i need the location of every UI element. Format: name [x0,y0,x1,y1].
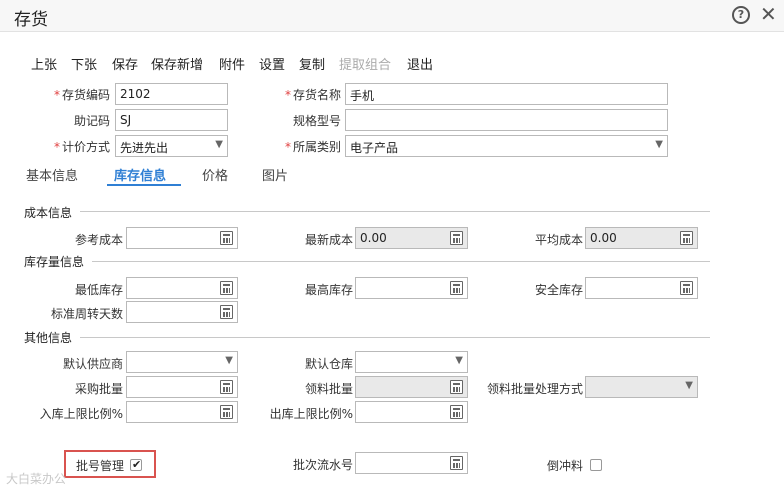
calculator-icon [450,231,463,245]
warehouse-label: 默认仓库 [304,357,353,371]
max-stock-label: 最高库存 [304,283,353,297]
pick-method-label: 领料批量处理方式 [486,382,583,396]
pick-batch-input [355,376,468,398]
safe-stock-label: 安全库存 [534,283,583,297]
help-icon[interactable]: ? [732,6,750,24]
pick-batch-label: 领料批量 [304,382,353,396]
calculator-icon [450,380,463,394]
calculator-icon[interactable] [450,405,463,419]
calculator-icon[interactable] [220,281,233,295]
watermark: 大白菜办公 [6,472,67,486]
exit-button[interactable]: 退出 [407,54,433,73]
calculator-icon[interactable] [220,231,233,245]
category-value: 电子产品 [350,141,399,155]
calculator-icon[interactable] [450,456,463,470]
calculator-icon[interactable] [220,305,233,319]
cost-section-title: 成本信息 [24,206,73,220]
calculator-icon[interactable] [680,281,693,295]
code-label: 存货编码 [61,88,110,102]
chevron-down-icon: ▼ [455,355,463,366]
chevron-down-icon: ▼ [685,380,693,391]
divider [80,337,710,338]
tab-inventory[interactable]: 库存信息 [114,165,166,184]
avg-cost-label: 平均成本 [534,233,583,247]
category-select[interactable]: 电子产品 ▼ [345,135,668,157]
pick-method-select: ▼ [585,376,698,398]
spec-input[interactable] [345,109,668,131]
calculator-icon[interactable] [220,405,233,419]
avg-cost-input: 0.00 [585,227,698,249]
other-section-title: 其他信息 [24,331,73,345]
warehouse-select[interactable]: ▼ [355,351,468,373]
batch-mgmt-label: 批号管理 [76,459,125,473]
spec-label: 规格型号 [292,114,341,128]
chevron-down-icon: ▼ [655,139,663,150]
name-input[interactable]: 手机 [345,83,668,105]
copy-button[interactable]: 复制 [299,54,325,73]
calculator-icon[interactable] [450,281,463,295]
batch-serial-label: 批次流水号 [292,458,353,472]
title-bar [0,0,784,32]
attachment-button[interactable]: 附件 [219,54,245,73]
chevron-down-icon: ▼ [215,139,223,150]
divider [92,261,710,262]
close-icon[interactable]: ✕ [760,3,777,25]
tab-price[interactable]: 价格 [202,165,228,184]
backflush-label: 倒冲料 [547,459,584,473]
ref-cost-label: 参考成本 [74,233,123,247]
mnemonic-label: 助记码 [73,114,110,128]
safe-stock-input[interactable] [585,277,698,299]
turnover-input[interactable] [126,301,238,323]
tab-active-indicator [107,184,181,186]
settings-button[interactable]: 设置 [259,54,285,73]
max-stock-input[interactable] [355,277,468,299]
next-button[interactable]: 下张 [71,54,97,73]
backflush-checkbox[interactable] [590,459,602,471]
pricing-select[interactable]: 先进先出 ▼ [115,135,228,157]
batch-serial-input[interactable] [355,452,468,474]
calculator-icon [680,231,693,245]
latest-cost-input: 0.00 [355,227,468,249]
batch-mgmt-checkbox[interactable] [130,458,142,471]
category-label: 所属类别 [292,140,341,154]
tab-image[interactable]: 图片 [262,165,288,184]
pricing-label: 计价方式 [61,140,110,154]
divider [80,211,710,212]
in-limit-input[interactable] [126,401,238,423]
in-limit-label: 入库上限比例% [39,407,123,421]
supplier-label: 默认供应商 [62,357,123,371]
save-button[interactable]: 保存 [112,54,138,73]
purchase-batch-input[interactable] [126,376,238,398]
mnemonic-input[interactable]: SJ [115,109,228,131]
save-new-button[interactable]: 保存新增 [151,54,203,73]
name-label: 存货名称 [292,88,341,102]
latest-cost-label: 最新成本 [304,233,353,247]
latest-cost-value: 0.00 [360,231,387,245]
calculator-icon[interactable] [220,380,233,394]
code-input[interactable]: 2102 [115,83,228,105]
prev-button[interactable]: 上张 [31,54,57,73]
stock-section-title: 库存量信息 [24,255,85,269]
supplier-select[interactable]: ▼ [126,351,238,373]
ref-cost-input[interactable] [126,227,238,249]
min-stock-label: 最低库存 [74,283,123,297]
turnover-label: 标准周转天数 [50,307,123,321]
chevron-down-icon: ▼ [225,355,233,366]
purchase-batch-label: 采购批量 [74,382,123,396]
window-title: 存货 [14,10,48,30]
out-limit-input[interactable] [355,401,468,423]
min-stock-input[interactable] [126,277,238,299]
out-limit-label: 出库上限比例% [269,407,353,421]
tab-basic[interactable]: 基本信息 [26,165,78,184]
pricing-value: 先进先出 [120,141,169,155]
extract-combo-button: 提取组合 [339,58,392,73]
avg-cost-value: 0.00 [590,231,617,245]
